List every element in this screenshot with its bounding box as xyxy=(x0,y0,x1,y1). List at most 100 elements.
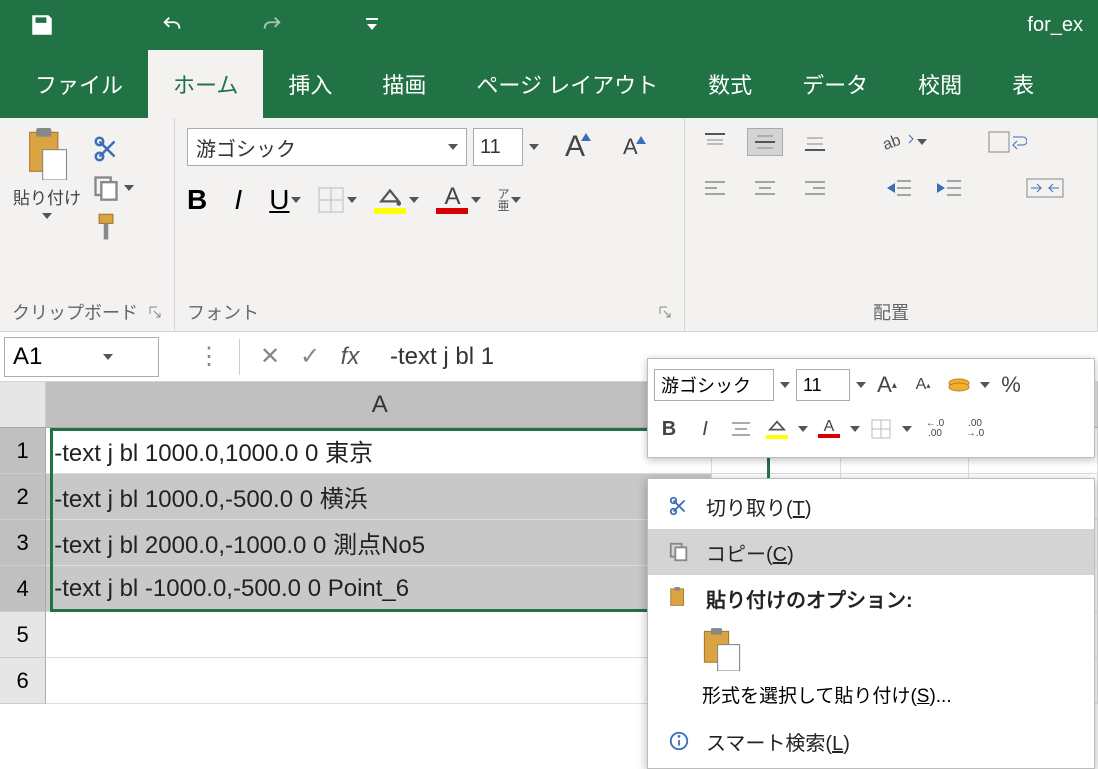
mini-fill-color-button[interactable] xyxy=(762,415,792,443)
cell-a5[interactable] xyxy=(46,612,712,658)
font-name-combo[interactable]: 游ゴシック xyxy=(187,128,467,166)
mini-borders-button[interactable] xyxy=(866,415,896,443)
borders-button[interactable] xyxy=(317,186,357,214)
smart-lookup-icon xyxy=(662,730,696,752)
ribbon-body: 貼り付け クリップボード xyxy=(0,118,1098,332)
mini-font-color-button[interactable]: A xyxy=(814,415,844,443)
select-all-corner[interactable] xyxy=(0,382,46,428)
font-dialog-launcher-icon[interactable] xyxy=(658,305,672,319)
tab-insert[interactable]: 挿入 xyxy=(263,48,357,120)
context-menu: 切り取り(T) コピー(C) 貼り付けのオプション: 形式を選択して貼り付け(S… xyxy=(647,478,1095,769)
ctx-paste-option-values[interactable] xyxy=(648,621,1094,671)
redo-icon[interactable] xyxy=(253,6,291,44)
clipboard-dialog-launcher-icon[interactable] xyxy=(148,305,162,319)
bold-button[interactable]: B xyxy=(187,184,207,216)
name-box-input[interactable] xyxy=(13,343,103,371)
mini-increase-font-icon[interactable]: A▴ xyxy=(872,371,902,399)
mini-decrease-decimal-icon[interactable]: .00→.0 xyxy=(958,415,992,443)
qat-customize-icon[interactable] xyxy=(353,6,391,44)
merge-center-icon[interactable] xyxy=(1021,174,1069,202)
cell-a4[interactable]: -text j bl -1000.0,-500.0 0 Point_6 xyxy=(46,566,712,612)
mini-increase-decimal-icon[interactable]: ←.0.00 xyxy=(918,415,952,443)
mini-accounting-format-icon[interactable] xyxy=(944,371,974,399)
tab-home[interactable]: ホーム xyxy=(148,48,263,120)
align-center-icon[interactable] xyxy=(747,174,783,202)
mini-italic-button[interactable]: I xyxy=(690,415,720,443)
row-header-6[interactable]: 6 xyxy=(0,658,46,704)
cell-a6[interactable] xyxy=(46,658,712,704)
mini-font-name-value: 游ゴシック xyxy=(661,372,751,398)
group-font: 游ゴシック 11 A A B I U xyxy=(175,118,685,331)
font-size-dropdown-icon[interactable] xyxy=(529,144,539,150)
mini-decrease-font-icon[interactable]: A▴ xyxy=(908,371,938,399)
col-header-a[interactable]: A xyxy=(46,382,714,428)
cell-a3[interactable]: -text j bl 2000.0,-1000.0 0 測点No5 xyxy=(46,520,712,566)
paste-label: 貼り付け xyxy=(13,184,81,209)
tab-data[interactable]: データ xyxy=(777,48,893,120)
name-box[interactable] xyxy=(4,337,159,377)
cut-icon xyxy=(662,495,696,517)
ctx-copy[interactable]: コピー(C) xyxy=(648,529,1094,575)
row-header-4[interactable]: 4 xyxy=(0,566,46,612)
copy-icon[interactable] xyxy=(92,174,134,202)
font-name-value: 游ゴシック xyxy=(196,133,296,162)
paste-icon xyxy=(662,586,696,610)
cut-icon[interactable] xyxy=(92,134,134,164)
row-header-5[interactable]: 5 xyxy=(0,612,46,658)
fill-color-button[interactable] xyxy=(373,186,419,214)
copy-icon xyxy=(662,541,696,563)
row-header-2[interactable]: 2 xyxy=(0,474,46,520)
font-size-combo[interactable]: 11 xyxy=(473,128,523,166)
svg-text:ab: ab xyxy=(883,132,903,154)
format-painter-icon[interactable] xyxy=(92,212,134,244)
align-left-icon[interactable] xyxy=(697,174,733,202)
row-header-3[interactable]: 3 xyxy=(0,520,46,566)
mini-toolbar: 游ゴシック 11 A▴ A▴ % B I A ←.0.00 xyxy=(647,358,1095,458)
underline-button[interactable]: U xyxy=(269,184,289,216)
increase-indent-icon[interactable] xyxy=(931,174,967,202)
formula-text[interactable]: -text j bl 1 xyxy=(390,343,494,371)
title-bar: for_ex xyxy=(0,0,1098,50)
increase-font-size-icon[interactable]: A xyxy=(565,130,591,164)
save-icon[interactable] xyxy=(23,6,61,44)
ctx-paste-special-label: 形式を選択して貼り付け(S)... xyxy=(702,686,952,707)
ctx-paste-special[interactable]: 形式を選択して貼り付け(S)... xyxy=(648,671,1094,718)
orientation-icon[interactable]: ab xyxy=(881,128,929,156)
ctx-paste-options-header: 貼り付けのオプション: xyxy=(648,575,1094,621)
tab-review[interactable]: 校閲 xyxy=(893,48,987,120)
enter-formula-icon[interactable]: ✓ xyxy=(290,339,330,375)
ctx-cut[interactable]: 切り取り(T) xyxy=(648,483,1094,529)
cancel-formula-icon[interactable]: ✕ xyxy=(250,339,290,375)
tab-draw[interactable]: 描画 xyxy=(357,48,451,120)
row-header-1[interactable]: 1 xyxy=(0,428,46,474)
fb-more-icon[interactable]: ⋮ xyxy=(189,339,229,375)
font-color-button[interactable]: A xyxy=(435,186,481,214)
align-bottom-icon[interactable] xyxy=(797,128,833,156)
mini-font-size-value: 11 xyxy=(803,375,822,396)
cell-a2[interactable]: -text j bl 1000.0,-500.0 0 横浜 xyxy=(46,474,712,520)
cell-a1[interactable]: -text j bl 1000.0,1000.0 0 東京 xyxy=(46,428,712,474)
mini-font-name-combo[interactable]: 游ゴシック xyxy=(654,369,774,401)
decrease-font-size-icon[interactable]: A xyxy=(623,134,646,160)
tab-formulas[interactable]: 数式 xyxy=(683,48,777,120)
mini-align-center-icon[interactable] xyxy=(726,415,756,443)
mini-percent-icon[interactable]: % xyxy=(996,371,1026,399)
ctx-paste-options-label: 貼り付けのオプション: xyxy=(706,584,913,613)
align-right-icon[interactable] xyxy=(797,174,833,202)
tab-file[interactable]: ファイル xyxy=(10,48,148,120)
decrease-indent-icon[interactable] xyxy=(881,174,917,202)
mini-font-size-combo[interactable]: 11 xyxy=(796,369,850,401)
tab-page-layout[interactable]: ページ レイアウト xyxy=(451,48,683,120)
mini-bold-button[interactable]: B xyxy=(654,415,684,443)
align-middle-icon[interactable] xyxy=(747,128,783,156)
wrap-text-icon[interactable] xyxy=(983,128,1031,156)
tab-view[interactable]: 表 xyxy=(987,48,1059,120)
align-top-icon[interactable] xyxy=(697,128,733,156)
undo-icon[interactable] xyxy=(153,6,191,44)
paste-button[interactable]: 貼り付け xyxy=(12,128,82,244)
ribbon-tab-strip: ファイル ホーム 挿入 描画 ページ レイアウト 数式 データ 校閲 表 xyxy=(0,50,1098,118)
insert-function-icon[interactable]: fx xyxy=(330,339,370,375)
phonetic-guide-button[interactable]: ア亜 xyxy=(497,188,521,212)
ctx-smart-lookup[interactable]: スマート検索(L) xyxy=(648,718,1094,764)
italic-button[interactable]: I xyxy=(223,184,253,216)
